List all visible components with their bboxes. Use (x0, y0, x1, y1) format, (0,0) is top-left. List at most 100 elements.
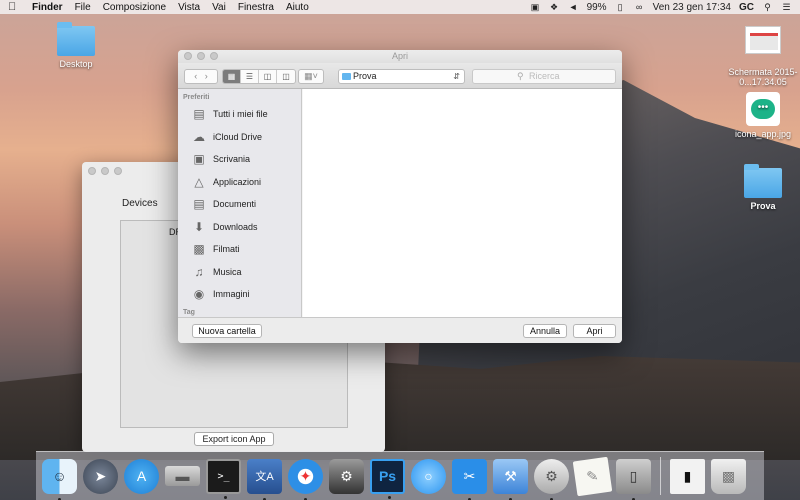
menu-bar:  Finder File Composizione Vista Vai Fin… (0, 0, 800, 14)
clock[interactable]: Ven 23 gen 17:34 (653, 2, 731, 13)
safari-icon[interactable]: ✦ (288, 458, 323, 500)
location-popup[interactable]: Prova ⇵ (338, 69, 465, 84)
music-icon: ♫ (194, 264, 204, 279)
downloads-icon: ⬇ (193, 219, 205, 234)
desktop-prova-folder[interactable]: Prova (738, 164, 788, 211)
disk-utility-icon[interactable]: ▬ (165, 466, 200, 486)
zoom-button[interactable] (114, 167, 122, 175)
gear-settings-icon[interactable]: ⚙ (534, 458, 569, 500)
cover-flow-icon[interactable]: ◫ (277, 70, 295, 83)
movies-icon: ▩ (193, 242, 205, 257)
dialog-title: Apri (391, 51, 408, 61)
finder-icon[interactable]: ☺ (42, 458, 77, 500)
textedit-icon[interactable]: ✎ (572, 456, 613, 496)
list-view-icon[interactable]: ☰ (241, 70, 259, 83)
view-mode-segment[interactable]: ▦ ☰ ◫ ◫ (222, 69, 296, 84)
sidebar-item-pictures[interactable]: ◉ Immagini (178, 283, 301, 306)
export-icon-button[interactable]: Export icon App (194, 432, 274, 446)
back-forward-buttons[interactable]: ‹ › (184, 69, 218, 84)
devices-label: Devices (122, 198, 158, 209)
cloud-icon: ☁ (193, 129, 205, 144)
dialog-bottom-bar: Nuova cartella Annulla Apri (178, 317, 622, 343)
photoshop-icon[interactable]: Ps (370, 458, 405, 499)
cancel-button[interactable]: Annulla (523, 324, 567, 338)
folder-icon (57, 22, 95, 56)
search-placeholder: Ricerca (529, 71, 560, 81)
sidebar-item-applications[interactable]: △ Applicazioni (178, 171, 301, 194)
sidebar-item-music[interactable]: ♫ Musica (178, 261, 301, 284)
menu-file[interactable]: File (75, 2, 91, 13)
minimize-button[interactable] (101, 167, 109, 175)
close-button[interactable] (88, 167, 96, 175)
location-label: Prova (353, 71, 377, 81)
open-dialog: Apri ‹ › ▦ ☰ ◫ ◫ ▦˅ Prova ⇵ ⚲ Ricerca Pr… (178, 50, 622, 343)
sidebar-item-desktop[interactable]: ▣ Scrivania (178, 148, 301, 171)
sidebar-item-label: Filmati (213, 244, 240, 255)
scissors-tool-icon[interactable]: ✂ (452, 458, 487, 500)
dialog-titlebar: Apri (178, 50, 622, 63)
search-field[interactable]: ⚲ Ricerca (472, 69, 616, 84)
spotlight-icon[interactable]: ⚲ (762, 2, 773, 12)
desktop-screenshot-file[interactable]: Schermata 2015-0...17.34.05 (725, 26, 800, 87)
volume-icon[interactable]: ◄ (568, 2, 579, 12)
iphone-simulator-icon[interactable]: ▯ (616, 458, 651, 500)
menu-help[interactable]: Aiuto (286, 2, 309, 13)
sidebar-item-all-files[interactable]: ▤ Tutti i miei file (178, 103, 301, 126)
all-files-icon: ▤ (193, 107, 205, 122)
dialog-toolbar: ‹ › ▦ ☰ ◫ ◫ ▦˅ Prova ⇵ ⚲ Ricerca (178, 63, 622, 89)
search-icon: ⚲ (517, 71, 524, 81)
open-button[interactable]: Apri (573, 324, 616, 338)
desktop-folder[interactable]: Desktop (50, 22, 102, 69)
desktop-icon-label: icona_app.jpg (734, 129, 792, 139)
sidebar-item-icloud[interactable]: ☁ iCloud Drive (178, 126, 301, 149)
battery-icon[interactable]: ▯ (615, 2, 626, 12)
pictures-icon: ◉ (193, 287, 205, 302)
menu-view[interactable]: Vista (178, 2, 200, 13)
system-preferences-icon[interactable]: ⚙ (329, 458, 364, 494)
arrange-menu-button[interactable]: ▦˅ (298, 69, 324, 84)
battery-percentage[interactable]: 99% (587, 2, 607, 13)
sidebar-item-label: Tutti i miei file (213, 109, 268, 120)
sidebar-item-label: iCloud Drive (213, 131, 263, 142)
menu-edit[interactable]: Composizione (103, 2, 166, 13)
new-folder-button[interactable]: Nuova cartella (192, 324, 262, 338)
sidebar-item-label: Musica (213, 266, 242, 277)
desktop-icon-label: Prova (750, 201, 776, 211)
file-browser-area[interactable] (303, 89, 622, 317)
minimize-button[interactable] (197, 52, 205, 60)
desktop-icon-label: Desktop (59, 59, 93, 69)
launchpad-icon[interactable]: ➤ (83, 458, 118, 494)
sidebar-item-downloads[interactable]: ⬇ Downloads (178, 216, 301, 239)
menu-finder[interactable]: Finder (32, 2, 63, 13)
apple-menu-icon[interactable]:  (8, 1, 20, 13)
terminal-icon[interactable]: >_ (206, 458, 241, 499)
menu-go[interactable]: Vai (212, 2, 226, 13)
sidebar-item-label: Immagini (213, 289, 250, 300)
translate-icon[interactable]: ▣ (530, 2, 541, 12)
wifi-icon[interactable]: ∞ (634, 2, 645, 12)
close-button[interactable] (184, 52, 192, 60)
screenshot-preview-icon[interactable]: ▮ (670, 458, 705, 494)
sidebar-item-movies[interactable]: ▩ Filmati (178, 238, 301, 261)
sidebar-item-label: Downloads (213, 221, 258, 232)
desktop-icon-label: Schermata 2015-0...17.34.05 (728, 67, 798, 87)
column-view-icon[interactable]: ◫ (259, 70, 277, 83)
chat-bubble-icon: ••• (746, 92, 780, 126)
dropbox-icon[interactable]: ❖ (549, 2, 560, 12)
xcode-icon[interactable]: ⚒ (493, 458, 528, 500)
desktop-image-file[interactable]: ••• icona_app.jpg (732, 92, 794, 139)
trash-icon[interactable]: ▩ (711, 458, 746, 494)
favorites-header: Preferiti (183, 94, 210, 101)
menu-window[interactable]: Finestra (238, 2, 274, 13)
app-store-icon[interactable]: A (124, 458, 159, 494)
sidebar-item-label: Scrivania (213, 154, 251, 165)
icon-view-icon[interactable]: ▦ (223, 70, 241, 83)
sidebar-item-documents[interactable]: ▤ Documenti (178, 193, 301, 216)
desktop-icon: ▣ (193, 152, 205, 167)
messages-icon[interactable]: ○ (411, 458, 446, 494)
screenshot-thumbnail-icon (745, 26, 781, 54)
user-menu[interactable]: GC (739, 2, 754, 13)
translator-icon[interactable]: 文A (247, 458, 282, 500)
notification-center-icon[interactable]: ☰ (781, 2, 792, 12)
zoom-button[interactable] (210, 52, 218, 60)
